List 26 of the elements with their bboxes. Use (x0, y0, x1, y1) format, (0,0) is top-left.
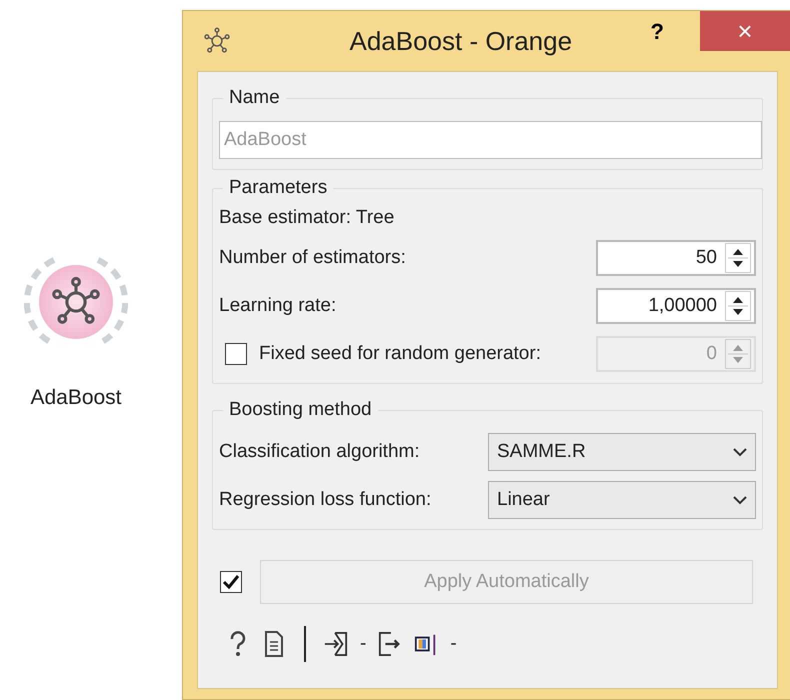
field-label: Number of estimators: (219, 247, 406, 269)
node-label: AdaBoost (30, 386, 122, 410)
spin-arrows-icon[interactable] (725, 291, 751, 321)
number-field[interactable]: 1,00000 (596, 288, 756, 324)
group-title: Boosting method (223, 399, 378, 421)
field-label: Regression loss function: (219, 489, 432, 511)
base-estimator-label: Base estimator: Tree (219, 207, 396, 229)
input-summary: - (360, 633, 366, 655)
close-button[interactable]: × (700, 11, 790, 51)
field-label: Learning rate: (219, 295, 336, 317)
output-summary: - (450, 633, 457, 655)
chevron-down-icon (733, 495, 747, 505)
dropdown[interactable]: Linear (488, 481, 756, 519)
output-icon[interactable] (378, 630, 402, 658)
name-field[interactable]: AdaBoost (219, 121, 762, 159)
dropdown[interactable]: SAMME.R (488, 433, 756, 471)
help-button[interactable]: ? (650, 19, 664, 45)
input-icon[interactable] (324, 630, 348, 658)
window-title: AdaBoost - Orange (348, 26, 574, 56)
checkbox-label: Fixed seed for random generator: (259, 343, 541, 365)
network-icon (203, 27, 231, 55)
spin-arrows-icon[interactable] (725, 243, 751, 273)
chevron-down-icon (733, 447, 747, 457)
document-icon[interactable] (262, 630, 286, 658)
field-label: Classification algorithm: (219, 441, 420, 463)
number-field[interactable]: 50 (596, 240, 756, 276)
